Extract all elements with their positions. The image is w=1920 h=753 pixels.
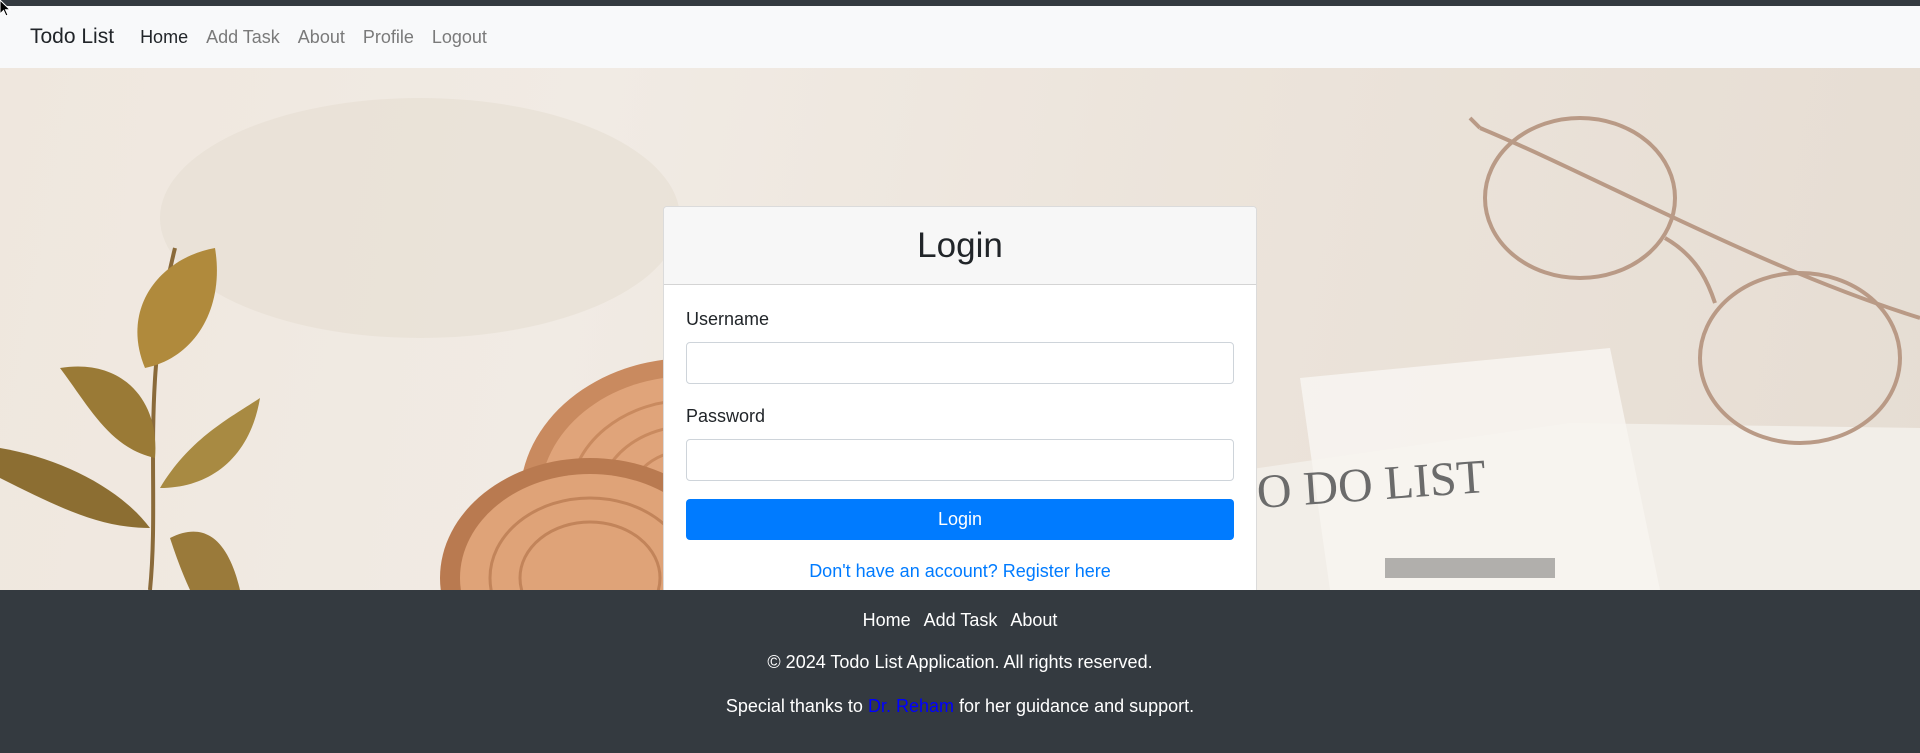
navbar-brand[interactable]: Todo List [30, 25, 114, 49]
nav-logout[interactable]: Logout [432, 27, 487, 48]
footer: Home Add Task About © 2024 Todo List App… [0, 590, 1920, 753]
register-link[interactable]: Don't have an account? Register here [686, 561, 1234, 582]
username-input[interactable] [686, 342, 1234, 384]
footer-nav: Home Add Task About [0, 610, 1920, 631]
password-input[interactable] [686, 439, 1234, 481]
nav-about[interactable]: About [298, 27, 345, 48]
hero-background: O DO LIST Login Username Password Login … [0, 68, 1920, 590]
thanks-name-link[interactable]: Dr. Reham [868, 696, 954, 716]
login-card: Login Username Password Login Don't have… [663, 206, 1257, 590]
footer-copyright: © 2024 Todo List Application. All rights… [767, 652, 1153, 672]
login-card-header: Login [664, 207, 1256, 285]
nav-profile[interactable]: Profile [363, 27, 414, 48]
footer-link-home[interactable]: Home [863, 610, 911, 630]
footer-thanks: Special thanks to Dr. Reham for her guid… [0, 696, 1920, 717]
nav-add-task[interactable]: Add Task [206, 27, 280, 48]
username-label: Username [686, 309, 770, 329]
login-title: Login [917, 225, 1003, 265]
footer-link-about[interactable]: About [1010, 610, 1057, 630]
password-label: Password [686, 406, 766, 426]
mouse-pointer-icon [0, 0, 12, 17]
nav-home[interactable]: Home [140, 27, 188, 48]
login-button[interactable]: Login [686, 499, 1234, 540]
navbar: Todo List Home Add Task About Profile Lo… [0, 6, 1920, 68]
thanks-suffix: for her guidance and support. [958, 696, 1195, 716]
thanks-prefix: Special thanks to [725, 696, 863, 716]
footer-link-add-task[interactable]: Add Task [924, 610, 998, 630]
leaves-image [0, 247, 260, 590]
login-form: Username Password Login Don't have an ac… [664, 285, 1256, 582]
